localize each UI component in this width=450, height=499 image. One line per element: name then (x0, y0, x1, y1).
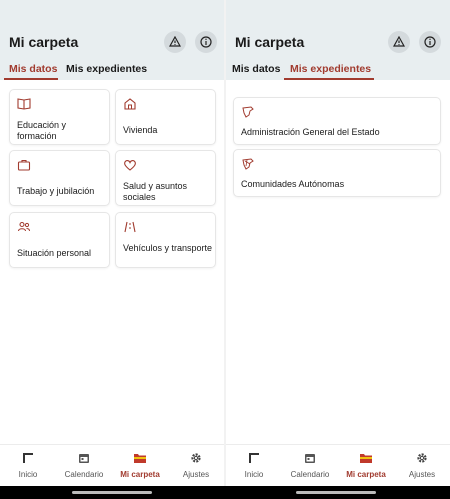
home-gesture-handle[interactable] (296, 491, 376, 494)
card-label: Situación personal (17, 248, 92, 258)
home-gesture-handle[interactable] (72, 491, 152, 494)
nav-label: Ajustes (182, 470, 210, 479)
tab-bar: Mis datos Mis expedientes (226, 60, 450, 80)
active-tab-indicator (4, 78, 58, 80)
card-label: Salud y asuntos sociales (123, 181, 188, 202)
calendar-icon (305, 454, 315, 463)
alert-button[interactable] (164, 31, 186, 53)
alert-button[interactable] (388, 31, 410, 53)
system-nav-bar (0, 486, 450, 499)
card-salud[interactable]: Salud y asuntos sociales (115, 150, 216, 206)
nav-inicio[interactable]: Inicio (0, 445, 56, 487)
info-icon (200, 36, 212, 48)
card-label: Vehículos y transporte (123, 243, 213, 253)
card-label: Trabajo y jubilación (17, 186, 95, 196)
info-button[interactable] (419, 31, 441, 53)
card-label: Vivienda (123, 125, 158, 135)
card-label: Administración General del Estado (241, 127, 380, 137)
nav-ajustes[interactable]: Ajustes (168, 445, 224, 487)
page-title: Mi carpeta (235, 34, 305, 50)
info-icon (424, 36, 436, 48)
nav-label: Inicio (18, 470, 38, 479)
folder-icon (134, 454, 146, 463)
bottom-nav: Inicio Calendario Mi carpeta Ajustes (226, 444, 450, 487)
info-button[interactable] (195, 31, 217, 53)
calendar-icon (79, 454, 89, 463)
active-tab-indicator (284, 78, 374, 80)
card-comunidades-autonomas[interactable]: Comunidades Autónomas (233, 149, 441, 197)
nav-mi-carpeta[interactable]: Mi carpeta (112, 445, 168, 487)
bottom-nav: Inicio Calendario Mi carpeta Ajustes (0, 444, 224, 487)
book-icon (17, 98, 31, 110)
nav-ajustes[interactable]: Ajustes (394, 445, 450, 487)
screen-mis-expedientes: Mi carpeta Mis datos Mis expedientes Adm… (226, 0, 450, 487)
tab-mis-expedientes[interactable]: Mis expedientes (66, 63, 147, 75)
nav-calendario[interactable]: Calendario (282, 445, 338, 487)
heart-icon (124, 160, 136, 171)
tab-mis-datos[interactable]: Mis datos (9, 63, 57, 75)
card-situacion-personal[interactable]: Situación personal (9, 212, 110, 268)
tab-bar: Mis datos Mis expedientes (0, 60, 224, 80)
card-vehiculos[interactable]: Vehículos y transporte (115, 212, 216, 268)
gear-icon (417, 453, 427, 463)
card-educacion[interactable]: Educación y formación (9, 89, 110, 145)
nav-calendario[interactable]: Calendario (56, 445, 112, 487)
home-square-icon (249, 453, 259, 463)
briefcase-icon (17, 159, 31, 171)
tab-mis-expedientes[interactable]: Mis expedientes (290, 63, 371, 75)
card-vivienda[interactable]: Vivienda (115, 89, 216, 145)
nav-mi-carpeta[interactable]: Mi carpeta (338, 445, 394, 487)
road-icon (124, 221, 136, 233)
alert-triangle-icon (169, 36, 181, 47)
screen-divider (224, 0, 226, 486)
screen-mis-datos: Mi carpeta Mis datos Mis expedientes Edu… (0, 0, 224, 487)
gear-icon (191, 453, 201, 463)
nav-label: Calendario (290, 470, 330, 479)
spain-map-icon (242, 106, 254, 118)
alert-triangle-icon (393, 36, 405, 47)
spain-regions-icon (242, 158, 254, 170)
people-icon (17, 221, 30, 232)
card-label: Comunidades Autónomas (241, 179, 345, 189)
nav-label: Mi carpeta (346, 470, 386, 479)
home-square-icon (23, 453, 33, 463)
card-trabajo[interactable]: Trabajo y jubilación (9, 150, 110, 206)
nav-label: Mi carpeta (120, 470, 160, 479)
page-title: Mi carpeta (9, 34, 79, 50)
nav-inicio[interactable]: Inicio (226, 445, 282, 487)
folder-icon (360, 454, 372, 463)
header: Mi carpeta Mis datos Mis expedientes (226, 0, 450, 80)
nav-label: Calendario (64, 470, 104, 479)
home-icon (124, 98, 136, 110)
card-administracion-general[interactable]: Administración General del Estado (233, 97, 441, 145)
card-label: Educación y formación (17, 120, 67, 141)
nav-label: Inicio (244, 470, 264, 479)
nav-label: Ajustes (408, 470, 436, 479)
header: Mi carpeta Mis datos Mis expedientes (0, 0, 224, 80)
tab-mis-datos[interactable]: Mis datos (232, 63, 280, 75)
